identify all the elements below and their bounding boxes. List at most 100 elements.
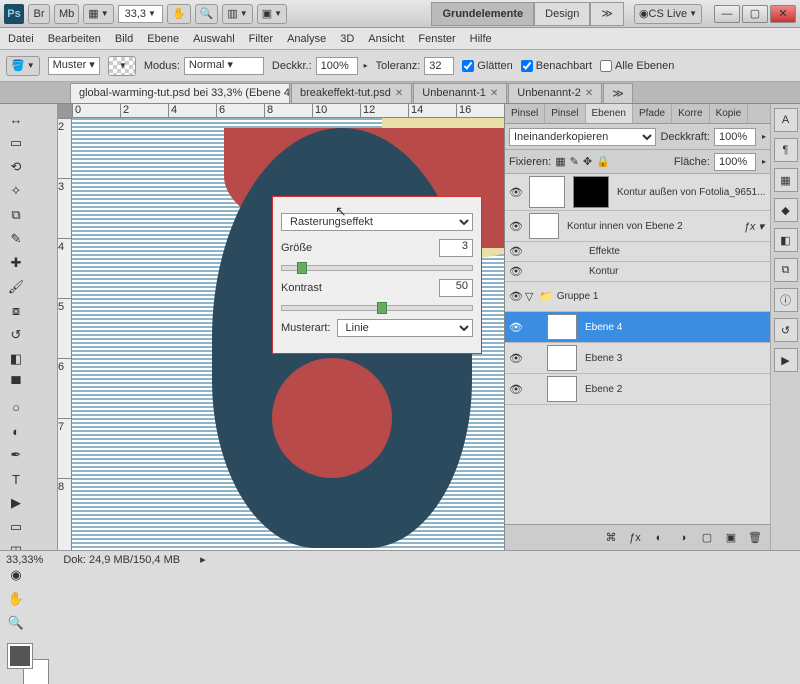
color-swatches[interactable] xyxy=(8,644,48,684)
filter-select[interactable]: Rasterungseffekt xyxy=(281,213,473,231)
delete-layer-icon[interactable]: 🗑 xyxy=(746,529,764,547)
opacity-input[interactable] xyxy=(316,57,358,75)
panel-tab-kopie[interactable]: Kopie xyxy=(710,104,749,123)
zoom-tool[interactable]: 🔍 xyxy=(4,612,28,634)
close-button[interactable]: ✕ xyxy=(770,5,796,23)
layer-blend-mode[interactable]: Ineinanderkopieren xyxy=(509,128,656,146)
dock-paragraph-icon[interactable]: ¶ xyxy=(774,138,798,162)
link-layers-icon[interactable]: ⌘ xyxy=(602,529,620,547)
maximize-button[interactable]: ▢ xyxy=(742,5,768,23)
close-icon[interactable]: ✕ xyxy=(395,88,403,99)
visibility-icon[interactable]: 👁 xyxy=(507,220,525,233)
stamp-tool[interactable]: ⧇ xyxy=(4,300,28,322)
ruler-horizontal[interactable]: 0246810121416 xyxy=(72,104,504,118)
doc-tab[interactable]: breakeffekt-tut.psd✕ xyxy=(291,83,412,103)
layer-row[interactable]: 👁Ebene 4 xyxy=(505,312,770,343)
pen-tool[interactable]: ✒ xyxy=(4,444,28,466)
group-icon[interactable]: ▢ xyxy=(698,529,716,547)
lock-pixels-icon[interactable]: ✎ xyxy=(570,155,579,168)
shape-tool[interactable]: ▭ xyxy=(4,516,28,538)
layer-row[interactable]: 👁Effekte xyxy=(505,242,770,262)
layer-thumbnail[interactable] xyxy=(529,176,565,208)
healing-tool[interactable]: ✚ xyxy=(4,252,28,274)
size-slider[interactable] xyxy=(281,265,473,271)
lock-position-icon[interactable]: ✥ xyxy=(583,155,592,168)
contiguous-checkbox[interactable]: Benachbart xyxy=(521,60,592,72)
bridge-button[interactable]: Br xyxy=(28,4,50,24)
panel-tab-pinsel[interactable]: Pinsel xyxy=(545,104,585,123)
tolerance-input[interactable] xyxy=(424,57,454,75)
gradient-tool[interactable]: ▀ xyxy=(4,372,28,394)
menu-analyse[interactable]: Analyse xyxy=(287,33,326,45)
screen-mode-button[interactable]: ▣▼ xyxy=(257,4,287,24)
visibility-icon[interactable]: 👁 xyxy=(507,383,525,396)
zoom-level[interactable]: 33,3▼ xyxy=(118,5,163,23)
type-tool[interactable]: T xyxy=(4,468,28,490)
layer-row[interactable]: 👁Kontur xyxy=(505,262,770,282)
dodge-tool[interactable]: ◐ xyxy=(4,420,28,442)
layer-row[interactable]: 👁▽📁Gruppe 1 xyxy=(505,282,770,312)
adjustment-layer-icon[interactable]: ◑ xyxy=(674,529,692,547)
hand-tool-shortcut[interactable]: ✋ xyxy=(167,4,191,24)
visibility-icon[interactable]: 👁 xyxy=(507,321,525,334)
marquee-tool[interactable]: ▭ xyxy=(4,132,28,154)
visibility-icon[interactable]: 👁 xyxy=(507,352,525,365)
doc-overflow[interactable]: ≫ xyxy=(603,83,633,103)
tool-preset[interactable]: 🪣▼ xyxy=(6,56,40,76)
status-docinfo[interactable]: Dok: 24,9 MB/150,4 MB xyxy=(63,554,180,566)
move-tool[interactable]: ↔ xyxy=(4,108,28,130)
minibridge-button[interactable]: Mb xyxy=(54,4,79,24)
ruler-vertical[interactable]: 2345678 xyxy=(58,118,72,550)
eyedropper-tool[interactable]: ✎ xyxy=(4,228,28,250)
arrange-docs-button[interactable]: ▥▼ xyxy=(222,4,252,24)
foreground-color[interactable] xyxy=(8,644,32,668)
dock-type-icon[interactable]: A xyxy=(774,108,798,132)
lasso-tool[interactable]: ⟲ xyxy=(4,156,28,178)
menu-ansicht[interactable]: Ansicht xyxy=(368,33,404,45)
menu-filter[interactable]: Filter xyxy=(249,33,273,45)
layer-thumbnail[interactable] xyxy=(547,376,577,402)
panel-tab-ebenen[interactable]: Ebenen xyxy=(586,104,633,123)
lock-all-icon[interactable]: 🔒 xyxy=(596,155,610,168)
canvas[interactable]: ↖ Rasterungseffekt Größe3 Kontrast50 Mus… xyxy=(72,118,504,550)
menu-hilfe[interactable]: Hilfe xyxy=(470,33,492,45)
layer-thumbnail[interactable] xyxy=(529,213,559,239)
history-brush-tool[interactable]: ↺ xyxy=(4,324,28,346)
dock-history-icon[interactable]: ↺ xyxy=(774,318,798,342)
visibility-icon[interactable]: 👁 xyxy=(507,265,525,278)
zoom-tool-shortcut[interactable]: 🔍 xyxy=(195,4,219,24)
size-value[interactable]: 3 xyxy=(439,239,473,257)
antialias-checkbox[interactable]: Glätten xyxy=(462,60,512,72)
dock-swatches-icon[interactable]: ▦ xyxy=(774,168,798,192)
menu-datei[interactable]: Datei xyxy=(8,33,34,45)
new-layer-icon[interactable]: ▣ xyxy=(722,529,740,547)
doc-tab[interactable]: Unbenannt-1✕ xyxy=(413,83,507,103)
dock-color-icon[interactable]: ◧ xyxy=(774,228,798,252)
layer-row[interactable]: 👁Kontur innen von Ebene 2ƒx ▾ xyxy=(505,211,770,242)
menu-bild[interactable]: Bild xyxy=(115,33,133,45)
contrast-value[interactable]: 50 xyxy=(439,279,473,297)
minimize-button[interactable]: — xyxy=(714,5,740,23)
workspace-grundelemente[interactable]: Grundelemente xyxy=(431,2,534,26)
menu-bearbeiten[interactable]: Bearbeiten xyxy=(48,33,101,45)
visibility-icon[interactable]: 👁 xyxy=(507,186,525,199)
dock-styles-icon[interactable]: ◆ xyxy=(774,198,798,222)
blend-mode-select[interactable]: Normal ▾ xyxy=(184,57,264,75)
workspace-more[interactable]: ≫ xyxy=(590,2,624,26)
crop-tool[interactable]: ⧉ xyxy=(4,204,28,226)
visibility-icon[interactable]: 👁 xyxy=(507,290,525,303)
visibility-icon[interactable]: 👁 xyxy=(507,245,525,258)
menu-fenster[interactable]: Fenster xyxy=(418,33,455,45)
layer-thumbnail[interactable] xyxy=(547,314,577,340)
status-zoom[interactable]: 33,33% xyxy=(6,554,43,566)
dock-nav-icon[interactable]: ⧉ xyxy=(774,258,798,282)
dock-actions-icon[interactable]: ▶ xyxy=(774,348,798,372)
layer-opacity-input[interactable] xyxy=(714,128,756,146)
workspace-design[interactable]: Design xyxy=(534,2,590,26)
doc-tab[interactable]: global-warming-tut.psd bei 33,3% (Ebene … xyxy=(70,83,290,103)
layer-row[interactable]: 👁Ebene 3 xyxy=(505,343,770,374)
pattern-picker[interactable]: ▼ xyxy=(108,56,136,76)
pattern-type-select[interactable]: Linie xyxy=(337,319,473,337)
doc-tab[interactable]: Unbenannt-2✕ xyxy=(508,83,602,103)
close-icon[interactable]: ✕ xyxy=(490,88,498,99)
